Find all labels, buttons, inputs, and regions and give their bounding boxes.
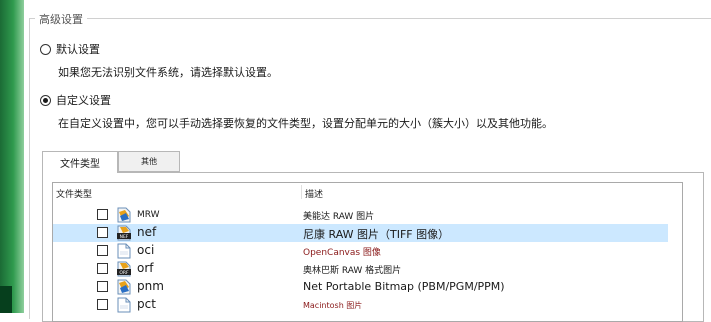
- file-ext-nef: nef: [137, 225, 157, 239]
- radio-default-label: 默认设置: [56, 43, 100, 56]
- checkbox-pnm[interactable]: [97, 281, 108, 292]
- list-item-nef[interactable]: NEF nef 尼康 RAW 图片（TIFF 图像）: [53, 224, 668, 242]
- radio-button-custom[interactable]: [40, 94, 51, 106]
- checkbox-mrw[interactable]: [97, 209, 108, 220]
- radio-button-default[interactable]: [40, 43, 51, 55]
- radio-default-settings[interactable]: 默认设置: [40, 41, 100, 57]
- svg-text:ORF: ORF: [119, 270, 129, 276]
- list-item-mrw[interactable]: MRW 美能达 RAW 图片: [53, 206, 668, 224]
- tab-other[interactable]: 其他: [118, 151, 180, 172]
- file-desc-pct: Macintosh 图片: [303, 301, 363, 310]
- blank-file-icon: [117, 243, 131, 259]
- file-ext-mrw: MRW: [137, 210, 160, 220]
- list-item-orf[interactable]: ORF orf 奥林巴斯 RAW 格式图片: [53, 260, 668, 278]
- desktop-background-strip: [0, 0, 24, 313]
- file-desc-mrw: 美能达 RAW 图片: [303, 212, 375, 222]
- orf-file-icon: ORF: [117, 261, 131, 277]
- file-ext-pct: pct: [137, 297, 156, 311]
- blank-file-icon: [117, 297, 131, 313]
- default-settings-description: 如果您无法识别文件系统，请选择默认设置。: [58, 66, 278, 79]
- list-header: 文件类型 描述: [53, 183, 682, 201]
- file-ext-oci: oci: [137, 243, 155, 257]
- column-header-file-type[interactable]: 文件类型: [56, 187, 92, 200]
- column-separator[interactable]: [301, 185, 302, 199]
- nef-file-icon: NEF: [117, 225, 131, 241]
- svg-text:NEF: NEF: [120, 234, 129, 240]
- tab-file-types[interactable]: 文件类型: [42, 151, 118, 173]
- radio-selected-dot: [43, 97, 48, 103]
- file-desc-nef: 尼康 RAW 图片（TIFF 图像）: [303, 228, 450, 241]
- radio-custom-label: 自定义设置: [56, 94, 111, 107]
- group-title: 高级设置: [35, 11, 87, 27]
- desktop-shadow: [0, 286, 12, 313]
- file-ext-pnm: pnm: [137, 279, 164, 293]
- custom-settings-description: 在自定义设置中，您可以手动选择要恢复的文件类型，设置分配单元的大小（簇大小）以及…: [58, 117, 553, 130]
- mrw-file-icon: [117, 207, 131, 223]
- checkbox-pct[interactable]: [97, 299, 108, 310]
- file-desc-pnm: Net Portable Bitmap (PBM/PGM/PPM): [303, 280, 505, 293]
- file-desc-orf: 奥林巴斯 RAW 格式图片: [303, 266, 402, 276]
- list-item-oci[interactable]: oci OpenCanvas 图像: [53, 242, 668, 260]
- checkbox-orf[interactable]: [97, 263, 108, 274]
- image-file-icon: [117, 279, 131, 295]
- file-ext-orf: orf: [137, 261, 154, 275]
- radio-custom-settings[interactable]: 自定义设置: [40, 92, 111, 108]
- file-type-list[interactable]: 文件类型 描述 MRW 美能达 RAW 图片 NEF nef 尼康 RAW 图片…: [52, 182, 683, 322]
- column-header-description[interactable]: 描述: [305, 187, 323, 200]
- list-item-pnm[interactable]: pnm Net Portable Bitmap (PBM/PGM/PPM): [53, 278, 668, 296]
- list-item-pct[interactable]: pct Macintosh 图片: [53, 296, 668, 314]
- file-desc-oci: OpenCanvas 图像: [303, 248, 381, 258]
- checkbox-oci[interactable]: [97, 245, 108, 256]
- checkbox-nef[interactable]: [97, 227, 108, 238]
- advanced-settings-panel: 高级设置 默认设置 如果您无法识别文件系统，请选择默认设置。 自定义设置 在自定…: [24, 0, 711, 322]
